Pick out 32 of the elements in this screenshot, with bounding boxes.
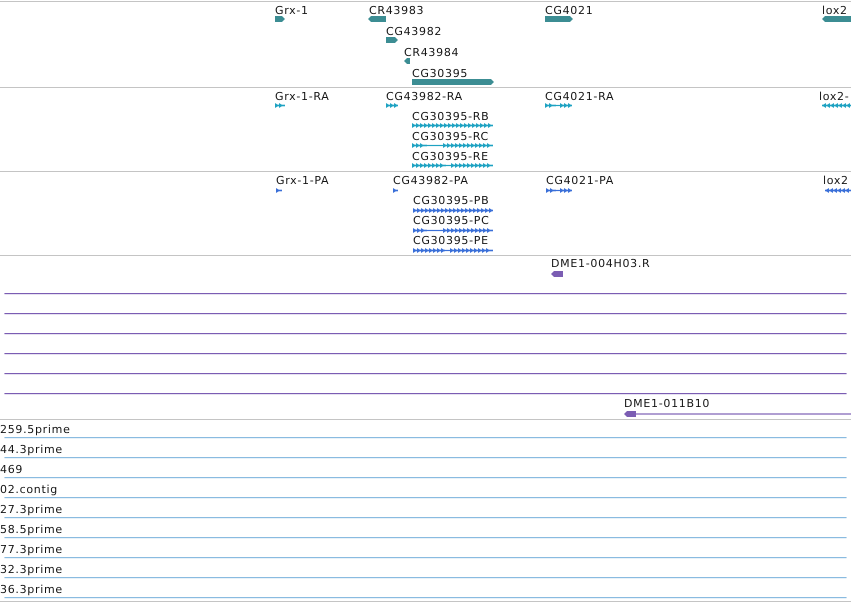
feature-label: 469 (0, 463, 24, 476)
feature-label: CG4021-PA (546, 174, 614, 186)
feature-label: CG30395-RB (412, 110, 490, 123)
feature-label: CG30395-PE (413, 234, 489, 246)
feature-label: CG30395-RC (412, 130, 489, 143)
feature-label: CG30395 (412, 67, 468, 80)
feature-label: 32.3prime (0, 563, 63, 576)
feature-label: Grx-1-RA (275, 90, 330, 103)
feature-label: 44.3prime (0, 443, 63, 456)
feature-label: CG4021 (545, 4, 594, 17)
feature-label: CR43984 (404, 46, 460, 59)
feature-label: CG30395-PC (413, 214, 490, 226)
feature-label: 02.contig (0, 483, 58, 496)
feature-label: CG43982-RA (386, 90, 463, 103)
feature-label: Grx-1-PA (276, 174, 330, 186)
feature-label: CG43982 (386, 25, 442, 38)
feature-label: 36.3prime (0, 583, 63, 596)
feature-label: 58.5prime (0, 523, 63, 536)
feature-label: 259.5prime (0, 423, 71, 436)
feature-label: 77.3prime (0, 543, 63, 556)
feature-label: CG30395-RE (412, 150, 489, 163)
feature-label: CG30395-PB (413, 194, 490, 206)
feature-label: lox2 (823, 174, 849, 186)
feature-label: lox2 (822, 4, 848, 17)
feature-label: 27.3prime (0, 503, 63, 516)
feature-label: CG4021-RA (545, 90, 614, 103)
feature-label: CR43983 (369, 4, 424, 17)
feature-label: Grx-1 (275, 4, 309, 17)
feature-label: DME1-004H03.R (551, 257, 650, 270)
feature-label: DME1-011B10 (624, 397, 710, 410)
feature-label: CG43982-PA (393, 174, 469, 186)
feature-label: lox2- (819, 90, 850, 103)
